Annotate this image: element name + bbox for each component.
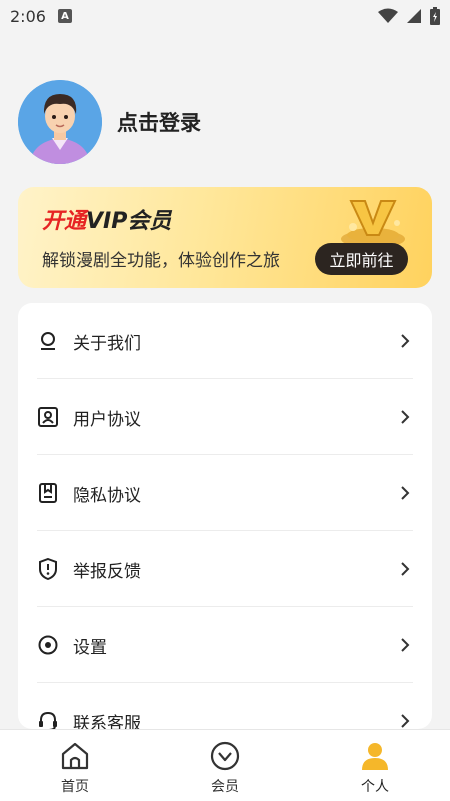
bottom-tab-bar: 首页 会员 个人 [0, 729, 450, 801]
chevron-right-icon [401, 486, 410, 500]
chevron-right-icon [401, 334, 410, 348]
home-icon [61, 742, 89, 770]
tab-home[interactable]: 首页 [0, 730, 150, 801]
about-icon [37, 330, 59, 352]
report-icon [37, 558, 59, 580]
tab-vip[interactable]: 会员 [150, 730, 300, 801]
tab-label: 个人 [361, 779, 389, 795]
menu-item-about[interactable]: 关于我们 [18, 303, 432, 379]
menu-label: 用户协议 [73, 409, 141, 430]
vip-title-dark: VIP会员 [86, 209, 172, 234]
menu-item-privacy[interactable]: 隐私协议 [18, 455, 432, 531]
signal-icon [407, 9, 421, 23]
chevron-right-icon [401, 410, 410, 424]
tab-label: 会员 [211, 779, 239, 795]
profile-header[interactable]: 点击登录 [18, 80, 201, 164]
menu-card: 关于我们 用户协议 隐私协议 举报反馈 设置 联系客服 [18, 303, 432, 729]
tab-profile[interactable]: 个人 [300, 730, 450, 801]
user-agreement-icon [37, 406, 59, 428]
privacy-icon [37, 482, 59, 504]
menu-label: 设置 [73, 637, 107, 658]
vip-title-red: 开通 [42, 209, 87, 234]
menu-item-report[interactable]: 举报反馈 [18, 531, 432, 607]
vip-title: 开通VIP会员 [42, 203, 171, 235]
tab-label: 首页 [61, 779, 89, 795]
menu-label: 举报反馈 [73, 561, 141, 582]
settings-icon [37, 634, 59, 656]
login-label[interactable]: 点击登录 [117, 107, 201, 137]
person-icon [362, 743, 388, 770]
avatar[interactable] [18, 80, 102, 164]
headset-icon [37, 710, 59, 729]
menu-label: 联系客服 [73, 713, 141, 730]
vip-go-button[interactable]: 立即前往 [315, 243, 408, 275]
menu-item-settings[interactable]: 设置 [18, 607, 432, 683]
vip-banner[interactable]: 开通VIP会员 解锁漫剧全功能，体验创作之旅 立即前往 [18, 187, 432, 288]
menu-item-user-agreement[interactable]: 用户协议 [18, 379, 432, 455]
menu-label: 关于我们 [73, 333, 141, 354]
notification-icon: A [57, 9, 72, 23]
menu-label: 隐私协议 [73, 485, 141, 506]
battery-icon [430, 7, 440, 25]
vip-icon [210, 741, 240, 771]
chevron-right-icon [401, 714, 410, 728]
status-bar: 2:06 A [0, 0, 450, 32]
status-time: 2:06 [10, 6, 46, 26]
chevron-right-icon [401, 562, 410, 576]
vip-subtitle: 解锁漫剧全功能，体验创作之旅 [42, 251, 280, 271]
menu-item-customer-service[interactable]: 联系客服 [18, 683, 432, 729]
chevron-right-icon [401, 638, 410, 652]
wifi-icon [378, 8, 398, 23]
